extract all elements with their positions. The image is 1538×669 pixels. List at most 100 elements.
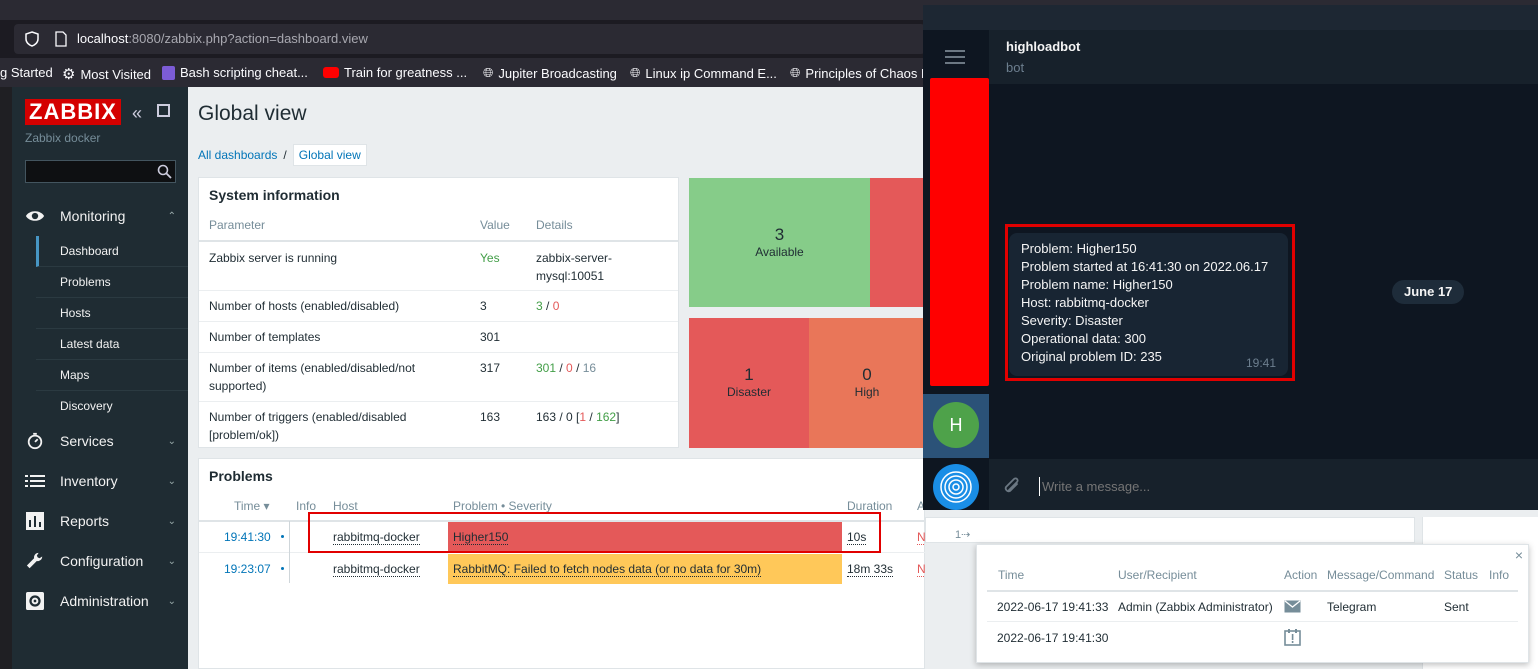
problem-severity-cell[interactable]: RabbitMQ: Failed to fetch nodes data (or…: [448, 554, 842, 584]
date-badge: June 17: [1392, 280, 1465, 304]
message-input[interactable]: [1042, 475, 1442, 497]
youtube-icon: [323, 67, 339, 78]
highlight-box: [308, 512, 881, 553]
param-label: Number of triggers (enabled/disabled: [209, 410, 407, 424]
tile-high[interactable]: 0 High: [809, 318, 925, 448]
tile-count: 0: [862, 365, 872, 384]
message-composer: [989, 463, 1538, 510]
tile-available[interactable]: 3 Available: [689, 178, 870, 307]
chevron-down-icon: ⌄: [167, 555, 176, 567]
breadcrumb-separator: /: [283, 148, 287, 162]
column-header-time[interactable]: Time ▾: [234, 499, 270, 513]
shield-icon[interactable]: [24, 31, 40, 47]
nav-label: Configuration: [60, 553, 144, 569]
bookmark-jupiter-broadcasting[interactable]: 🌐︎ Jupiter Broadcasting: [483, 65, 617, 81]
table-row: Number of triggers (enabled/disabled [pr…: [199, 401, 678, 449]
tile-count: 3: [774, 225, 785, 244]
search-icon[interactable]: [157, 164, 172, 179]
actions-indicator[interactable]: 1⇢: [955, 528, 970, 541]
nav-item-discovery[interactable]: Discovery: [36, 391, 188, 422]
nav-item-hosts[interactable]: Hosts: [36, 298, 188, 329]
tile-disaster[interactable]: 1 Disaster: [689, 318, 809, 448]
actions-arrow-icon: ⇢: [961, 529, 971, 541]
wrench-icon: [26, 552, 43, 569]
timeline-line: [289, 521, 290, 583]
nav-administration[interactable]: Administration ⌄: [12, 581, 188, 621]
row-divider: [987, 621, 1518, 622]
nav-item-problems[interactable]: Problems: [36, 267, 188, 298]
envelope-icon: [1284, 600, 1301, 613]
bookmark-getting-started[interactable]: g Started: [0, 65, 53, 80]
nav-item-maps[interactable]: Maps: [36, 360, 188, 391]
column-header: Host: [333, 499, 358, 513]
table-row: 19:23:07 rabbitmq-docker RabbitMQ: Faile…: [199, 552, 933, 584]
problem-time[interactable]: 19:23:07: [224, 562, 271, 576]
bookmark-train-for-greatness[interactable]: Train for greatness ...: [323, 65, 467, 80]
page-icon: [55, 31, 67, 47]
globe-icon: 🌐︎: [790, 65, 801, 80]
tile-count: 1: [744, 365, 754, 384]
list-icon: [25, 475, 45, 487]
gear-icon: ⚙: [62, 66, 76, 83]
telegram-chat-list: H: [923, 30, 989, 510]
table-row: Number of templates 301: [199, 321, 678, 352]
url-text[interactable]: localhost:8080/zabbix.php?action=dashboa…: [77, 31, 368, 46]
stopwatch-icon: [27, 432, 43, 450]
param-details: 301 / 0 / 16: [536, 361, 597, 375]
param-value: 317: [480, 361, 501, 375]
tile-unavailable[interactable]: [870, 178, 925, 307]
nav-item-dashboard[interactable]: Dashboard: [36, 236, 188, 267]
nav-monitoring[interactable]: Monitoring ⌃: [12, 196, 188, 236]
chevron-up-icon: ⌃: [167, 210, 176, 222]
globe-icon: 🌐︎: [483, 65, 494, 80]
bookmark-most-visited[interactable]: ⚙ Most Visited: [62, 65, 151, 83]
problem-duration[interactable]: 18m 33s: [847, 562, 894, 577]
chat-item-highloadbot[interactable]: H: [923, 394, 989, 458]
kiosk-mode-icon[interactable]: [157, 104, 170, 117]
nav-reports[interactable]: Reports ⌄: [12, 501, 188, 541]
close-icon[interactable]: ×: [1515, 547, 1523, 563]
breadcrumb-global-view[interactable]: Global view: [292, 144, 367, 166]
param-value: Yes: [480, 251, 500, 265]
nav-item-latest-data[interactable]: Latest data: [36, 329, 188, 360]
fingerprint-avatar[interactable]: [933, 464, 979, 510]
problem-time[interactable]: 19:41:30: [224, 530, 271, 544]
bookmark-linux-ip-command[interactable]: 🌐︎ Linux ip Command E...: [630, 65, 777, 81]
param-value: 301: [480, 330, 501, 344]
telegram-window: H highloadbot bot June 17 Problem: Highe…: [923, 5, 1538, 510]
widget-title: Problems: [209, 468, 273, 484]
tile-label: High: [854, 385, 880, 399]
column-header: Duration: [847, 499, 893, 513]
param-details: zabbix-server-: [536, 251, 613, 265]
column-header: Message/Command: [1327, 568, 1435, 582]
search-input[interactable]: [25, 160, 176, 183]
problem-name[interactable]: RabbitMQ: Failed to fetch nodes data (or…: [453, 562, 762, 577]
action-recipient: Admin (Zabbix Administrator): [1118, 600, 1273, 614]
collapse-sidebar-icon[interactable]: «: [132, 103, 142, 124]
browser-toolbar: localhost:8080/zabbix.php?action=dashboa…: [0, 20, 925, 58]
problem-host[interactable]: rabbitmq-docker: [333, 562, 420, 577]
zabbix-logo[interactable]: ZABBIX: [25, 99, 121, 125]
column-header: Time: [998, 568, 1025, 582]
nav-configuration[interactable]: Configuration ⌄: [12, 541, 188, 581]
nav-services[interactable]: Services ⌄: [12, 421, 188, 461]
menu-icon[interactable]: [945, 50, 965, 64]
tile-label: Disaster: [726, 385, 771, 399]
action-time: 2022-06-17 19:41:30: [997, 631, 1109, 645]
chevron-down-icon: ⌄: [167, 475, 176, 487]
chat-name[interactable]: highloadbot: [1006, 39, 1080, 54]
breadcrumb-all-dashboards[interactable]: All dashboards: [198, 148, 277, 162]
column-header: Info: [296, 499, 317, 513]
column-header: Problem • Severity: [453, 499, 552, 513]
bookmark-principles-of-chaos[interactable]: 🌐︎ Principles of Chaos E: [790, 65, 930, 81]
bookmark-bash-cheatsheet[interactable]: Bash scripting cheat...: [162, 65, 308, 80]
chevron-down-icon: ⌄: [167, 595, 176, 607]
nav-label: Administration: [60, 593, 149, 609]
globe-icon: 🌐︎: [630, 65, 641, 80]
nav-inventory[interactable]: Inventory ⌄: [12, 461, 188, 501]
highlight-box: [1005, 224, 1295, 381]
avatar: H: [933, 402, 979, 448]
param-details: 163 / 0 [1 / 162]: [536, 410, 620, 424]
timeline-dot: [281, 567, 284, 570]
paperclip-icon[interactable]: [1002, 476, 1022, 498]
